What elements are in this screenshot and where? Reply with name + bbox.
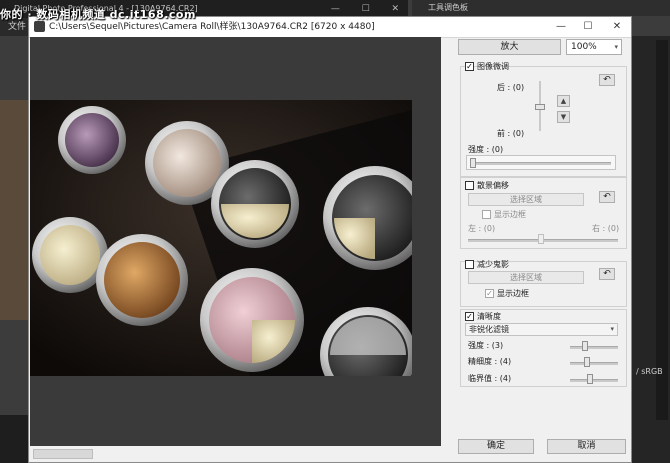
maximize-button[interactable]: ☐: [574, 17, 602, 37]
sharpness-filter-value: 非锐化滤镜: [469, 325, 509, 334]
bokeh-shift-label: 散景偏移: [477, 181, 509, 190]
arrow-up-icon: ▲: [560, 97, 567, 105]
ghosting-show-frame-checkbox[interactable]: ✓: [485, 289, 494, 298]
cancel-button[interactable]: 取消: [547, 439, 626, 454]
sharp-fineness-label: 精细度 : (4): [468, 357, 512, 366]
photo-image: [30, 100, 412, 376]
ok-button[interactable]: 确定: [458, 439, 534, 454]
sharp-threshold-track[interactable]: [570, 379, 618, 382]
sharp-strength-label: 强度 : (3): [468, 341, 504, 350]
ghosting-reset-button[interactable]: ↶: [599, 268, 615, 280]
ghosting-label: 减少鬼影: [477, 260, 509, 269]
sharpness-label: 清晰度: [477, 312, 501, 321]
shift-slider-thumb[interactable]: [538, 234, 544, 244]
shift-left-label: 左 : (0): [468, 224, 496, 233]
sharpness-checkbox[interactable]: ✓: [465, 312, 474, 321]
shift-right-label: 右 : (0): [592, 224, 620, 233]
background-scrollbar[interactable]: [656, 40, 668, 420]
bokeh-select-area-button[interactable]: 选择区域: [468, 193, 584, 206]
sharp-strength-thumb[interactable]: [582, 341, 589, 351]
color-space-label: / sRGB: [636, 367, 663, 376]
sharp-threshold-thumb[interactable]: [587, 374, 594, 384]
chevron-down-icon: ▾: [610, 325, 614, 333]
fine-tune-strength-thumb[interactable]: [470, 158, 476, 168]
sharpness-filter-select[interactable]: 非锐化滤镜 ▾: [465, 323, 618, 336]
sharp-fineness-thumb[interactable]: [584, 357, 590, 367]
bokeh-show-frame-checkbox[interactable]: [482, 210, 491, 219]
fine-tune-reset-button[interactable]: ↶: [599, 74, 615, 86]
undo-icon: ↶: [603, 192, 611, 202]
step-down-button[interactable]: ▼: [557, 111, 570, 123]
ghosting-show-frame-label: 显示边框: [497, 289, 529, 298]
zoom-select[interactable]: 100% ▾: [566, 39, 622, 55]
preview-horizontal-scrollbar[interactable]: [29, 446, 441, 462]
fine-tune-strength-track: [471, 162, 611, 165]
fine-tune-strength-slider[interactable]: [466, 155, 616, 170]
back-front-slider-thumb[interactable]: [535, 104, 545, 110]
sharp-threshold-label: 临界值 : (4): [468, 374, 512, 383]
close-button[interactable]: ✕: [603, 17, 631, 37]
undo-icon: ↶: [603, 75, 611, 85]
undo-icon: ↶: [603, 269, 611, 279]
bokeh-show-frame-label: 显示边框: [494, 210, 526, 219]
chevron-down-icon: ▾: [614, 43, 618, 51]
arrow-down-icon: ▼: [560, 113, 567, 121]
image-preview-area[interactable]: [30, 37, 441, 446]
fine-tune-label: 图像微调: [477, 62, 509, 71]
photo-preview[interactable]: [30, 100, 412, 376]
bokeh-shift-reset-button[interactable]: ↶: [599, 191, 615, 203]
ghosting-select-area-button[interactable]: 选择区域: [468, 271, 584, 284]
fine-tune-checkbox[interactable]: ✓: [465, 62, 474, 71]
sharp-fineness-track[interactable]: [570, 362, 618, 365]
fine-tune-strength-label: 强度 : (0): [468, 145, 504, 154]
watermark-text: 你的 · 数码相机频道 dc.it168.com: [0, 8, 196, 21]
tool-palette-title: 工具调色板: [412, 0, 670, 16]
zoom-button[interactable]: 放大: [458, 39, 561, 55]
background-thumbnail: [0, 100, 28, 320]
front-label: 前 : (0): [497, 129, 525, 138]
ghosting-checkbox[interactable]: [465, 260, 474, 269]
zoom-select-value: 100%: [571, 42, 597, 52]
bokeh-shift-checkbox[interactable]: [465, 181, 474, 190]
step-up-button[interactable]: ▲: [557, 95, 570, 107]
scrollbar-thumb[interactable]: [33, 449, 93, 459]
back-label: 后 : (0): [497, 83, 525, 92]
sharp-strength-track[interactable]: [570, 346, 618, 349]
app-icon: [34, 21, 45, 32]
preview-dialog: C:\Users\Sequel\Pictures\Camera Roll\样张\…: [28, 16, 632, 463]
minimize-button[interactable]: —: [547, 17, 575, 37]
